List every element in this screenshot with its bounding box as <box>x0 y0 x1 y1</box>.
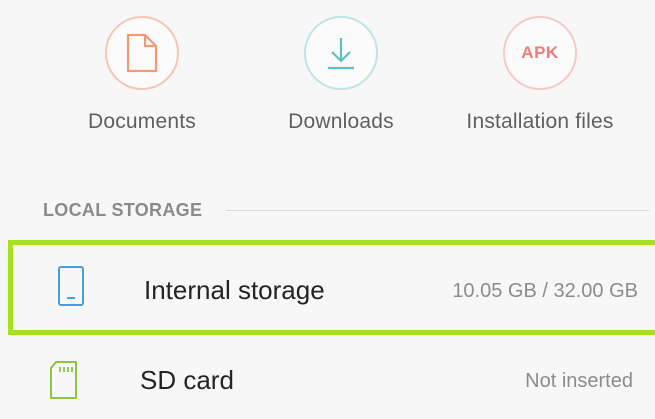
category-downloads-label: Downloads <box>288 110 394 133</box>
download-icon <box>304 16 378 90</box>
apk-icon-text: APK <box>521 43 559 62</box>
internal-storage-row[interactable]: Internal storage 10.05 GB / 32.00 GB <box>8 240 655 335</box>
my-files-screen: Documents Downloads APK Installation fil… <box>0 0 655 419</box>
section-divider <box>226 210 649 211</box>
phone-icon <box>57 265 85 312</box>
sd-card-label: SD card <box>140 365 234 395</box>
internal-storage-label: Internal storage <box>144 275 325 305</box>
category-installation-files[interactable]: APK Installation files <box>440 0 640 160</box>
document-icon <box>105 16 179 90</box>
apk-icon: APK <box>503 16 577 90</box>
category-documents[interactable]: Documents <box>42 0 242 160</box>
sd-card-status: Not inserted <box>525 370 633 392</box>
sd-card-icon <box>48 360 80 405</box>
category-downloads[interactable]: Downloads <box>241 0 441 160</box>
category-documents-label: Documents <box>87 110 196 133</box>
category-installation-files-label: Installation files <box>466 110 614 133</box>
internal-storage-usage: 10.05 GB / 32.00 GB <box>452 280 638 302</box>
sd-card-row[interactable]: SD card Not inserted <box>0 335 655 419</box>
local-storage-header: LOCAL STORAGE <box>43 200 203 220</box>
